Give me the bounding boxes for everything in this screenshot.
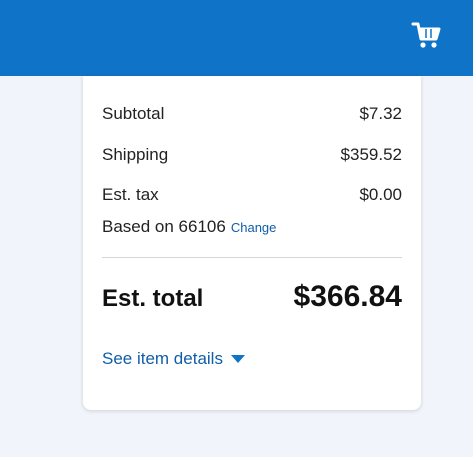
shipping-row: Shipping $359.52	[102, 145, 402, 165]
shipping-value: $359.52	[340, 145, 402, 164]
tax-row: Est. tax $0.00	[102, 185, 402, 205]
order-summary-card: Subtotal $7.32 Shipping $359.52 Est. tax…	[83, 76, 421, 410]
change-zip-link[interactable]: Change	[231, 220, 277, 235]
tax-location-note: Based on 66106 Change	[102, 217, 276, 237]
tax-label: Est. tax	[102, 185, 159, 204]
total-label: Est. total	[102, 285, 204, 312]
subtotal-value: $7.32	[359, 104, 402, 123]
based-on-text: Based on 66106	[102, 217, 226, 236]
subtotal-row: Subtotal $7.32	[102, 104, 402, 124]
shopping-cart-icon	[411, 22, 441, 48]
subtotal-label: Subtotal	[102, 104, 165, 123]
tax-value: $0.00	[359, 185, 402, 204]
cart-button[interactable]	[411, 21, 443, 51]
shipping-label: Shipping	[102, 145, 169, 164]
caret-down-icon	[230, 355, 245, 363]
total-row: Est. total $366.84	[102, 280, 402, 314]
see-item-details-link[interactable]: See item details	[102, 349, 245, 369]
divider	[102, 257, 402, 258]
header-bar	[0, 0, 473, 76]
see-item-details-label: See item details	[102, 349, 223, 368]
total-value: $366.84	[293, 280, 402, 313]
